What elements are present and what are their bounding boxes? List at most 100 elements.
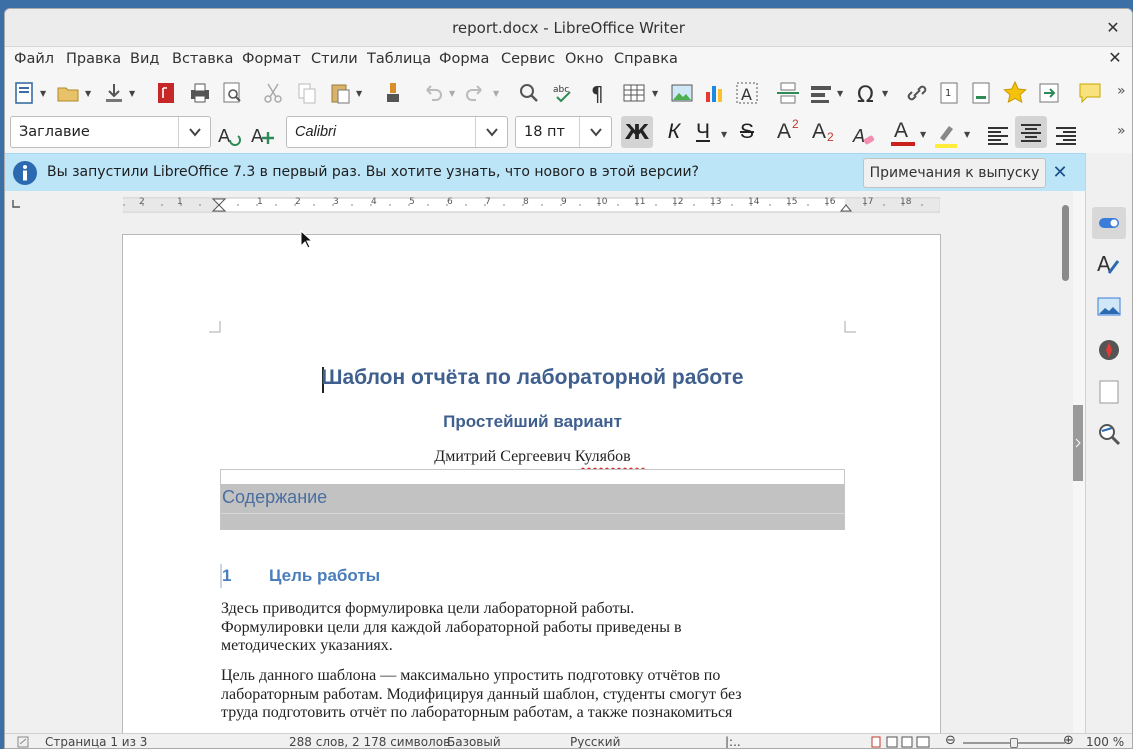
document-author[interactable]: Дмитрий Сергеевич Кулябов — [221, 448, 844, 466]
menu-file[interactable]: Файл — [14, 51, 54, 67]
paste-icon[interactable] — [327, 80, 353, 106]
infobar-close-icon[interactable]: ✕ — [1050, 163, 1070, 183]
zoom-slider[interactable] — [963, 738, 1065, 748]
find-replace-icon[interactable] — [516, 80, 542, 106]
insert-image-icon[interactable] — [669, 80, 695, 106]
align-left-icon[interactable] — [985, 122, 1011, 148]
zoom-level-status[interactable]: 100 % — [1086, 735, 1124, 748]
sidebar-collapse-handle[interactable] — [1073, 405, 1083, 481]
release-notes-button[interactable]: Примечания к выпуску — [863, 158, 1046, 188]
export-pdf-icon[interactable] — [153, 80, 179, 106]
font-name-dropdown-icon[interactable] — [475, 117, 507, 147]
menu-help[interactable]: Справка — [614, 51, 678, 67]
new-dropdown-icon[interactable]: ▼ — [40, 89, 46, 98]
menu-view[interactable]: Вид — [130, 51, 159, 67]
horizontal-ruler[interactable]: 2 1 1 2 3 4 5 6 7 8 9 10 11 12 13 14 15 … — [122, 196, 941, 214]
print-preview-icon[interactable] — [219, 80, 245, 106]
language-status[interactable]: Русский — [570, 735, 620, 748]
page-deck-icon[interactable] — [1096, 379, 1122, 405]
insert-special-character-icon[interactable]: Ω — [854, 80, 880, 106]
underline-dropdown-icon[interactable]: ▼ — [721, 130, 727, 139]
new-style-icon[interactable]: A — [249, 122, 275, 148]
font-size-dropdown-icon[interactable] — [579, 117, 611, 147]
document-page[interactable]: Шаблон отчёта по лабораторной работе Про… — [122, 234, 941, 733]
undo-icon[interactable] — [419, 80, 445, 106]
field-dropdown-icon[interactable]: ▼ — [837, 89, 843, 98]
menu-window[interactable]: Окно — [565, 51, 604, 67]
view-layout-icons[interactable] — [871, 736, 931, 748]
close-window-icon[interactable]: ✕ — [1103, 18, 1123, 38]
menu-tools[interactable]: Сервис — [501, 51, 555, 67]
align-right-icon[interactable] — [1053, 122, 1079, 148]
new-document-icon[interactable] — [11, 80, 37, 106]
formatting-marks-icon[interactable]: ¶ — [585, 80, 611, 106]
styles-deck-icon[interactable]: A — [1096, 251, 1122, 277]
style-inspector-deck-icon[interactable] — [1096, 421, 1122, 447]
copy-icon[interactable] — [294, 80, 320, 106]
align-center-button[interactable] — [1015, 116, 1047, 148]
insert-bookmark-icon[interactable] — [969, 80, 995, 106]
insert-field-icon[interactable] — [808, 80, 834, 106]
paragraph-purpose[interactable]: Цель данного шаблона — максимально упрос… — [221, 667, 742, 723]
paragraph-style-dropdown-icon[interactable] — [178, 117, 210, 147]
cut-icon[interactable] — [260, 80, 286, 106]
save-icon[interactable] — [101, 80, 127, 106]
italic-button[interactable]: К — [660, 116, 688, 148]
undo-dropdown-icon[interactable]: ▼ — [449, 89, 455, 98]
redo-icon[interactable] — [463, 80, 489, 106]
page-style-status[interactable]: Базовый — [447, 735, 501, 748]
strikethrough-button[interactable]: S — [734, 116, 760, 148]
page-number-status[interactable]: Страница 1 из 3 — [45, 735, 147, 748]
insert-comment-icon[interactable] — [1077, 80, 1103, 106]
insert-mode-status[interactable]: |:.. — [725, 735, 741, 748]
spelling-icon[interactable]: abc — [551, 80, 577, 106]
clone-formatting-icon[interactable] — [381, 80, 407, 106]
highlighting-icon[interactable] — [933, 122, 959, 148]
vertical-scrollbar[interactable] — [1059, 191, 1073, 733]
print-icon[interactable] — [187, 80, 213, 106]
navigator-deck-icon[interactable] — [1096, 337, 1122, 363]
subscript-button[interactable]: A 2 — [810, 116, 840, 148]
toc-heading[interactable]: Содержание — [222, 487, 327, 508]
insert-page-break-icon[interactable] — [775, 80, 801, 106]
close-document-icon[interactable]: ✕ — [1105, 48, 1125, 68]
menu-insert[interactable]: Вставка — [172, 51, 233, 67]
properties-deck-button[interactable] — [1092, 207, 1126, 239]
table-dropdown-icon[interactable]: ▼ — [652, 89, 658, 98]
document-title[interactable]: Шаблон отчёта по лабораторной работе — [221, 366, 844, 390]
zoom-out-icon[interactable]: ⊖ — [945, 733, 956, 748]
zoom-in-icon[interactable]: ⊕ — [1063, 733, 1074, 748]
word-count-status[interactable]: 288 слов, 2 178 символов — [289, 735, 450, 748]
underline-button[interactable]: Ч — [691, 116, 715, 148]
toolbar2-overflow-icon[interactable]: » — [1117, 123, 1126, 139]
menu-form[interactable]: Форма — [439, 51, 489, 67]
insert-footnote-icon[interactable]: 1 — [937, 80, 963, 106]
special-char-dropdown-icon[interactable]: ▼ — [882, 89, 888, 98]
zoom-slider-thumb[interactable] — [1010, 738, 1018, 748]
menu-styles[interactable]: Стили — [311, 51, 358, 67]
highlight-dropdown-icon[interactable]: ▼ — [964, 130, 970, 139]
paste-dropdown-icon[interactable]: ▼ — [356, 89, 362, 98]
open-dropdown-icon[interactable]: ▼ — [85, 89, 91, 98]
insert-comment-star-icon[interactable] — [1002, 80, 1028, 106]
font-size-select[interactable]: 18 пт — [515, 116, 612, 148]
insert-hyperlink-icon[interactable] — [904, 80, 930, 106]
scrollbar-thumb[interactable] — [1062, 205, 1069, 281]
toolbar-overflow-icon[interactable]: » — [1117, 83, 1126, 99]
redo-dropdown-icon[interactable]: ▼ — [493, 89, 499, 98]
paragraph-goal[interactable]: Здесь приводится формулировка цели лабор… — [221, 600, 682, 656]
insert-chart-icon[interactable] — [702, 80, 728, 106]
menu-format[interactable]: Формат — [242, 51, 301, 67]
font-color-button[interactable]: A — [889, 116, 919, 148]
section-title[interactable]: Цель работы — [269, 566, 380, 586]
save-dropdown-icon[interactable]: ▼ — [129, 89, 135, 98]
font-color-dropdown-icon[interactable]: ▼ — [920, 130, 926, 139]
insert-table-icon[interactable] — [621, 80, 647, 106]
font-name-select[interactable]: Calibri — [286, 116, 508, 148]
tab-stop-icon[interactable] — [11, 199, 21, 209]
bold-button[interactable]: Ж — [621, 116, 653, 148]
document-subtitle[interactable]: Простейший вариант — [221, 412, 844, 432]
document-signature-icon[interactable] — [17, 736, 29, 748]
gallery-deck-icon[interactable] — [1096, 294, 1122, 320]
update-style-icon[interactable]: A — [216, 122, 242, 148]
